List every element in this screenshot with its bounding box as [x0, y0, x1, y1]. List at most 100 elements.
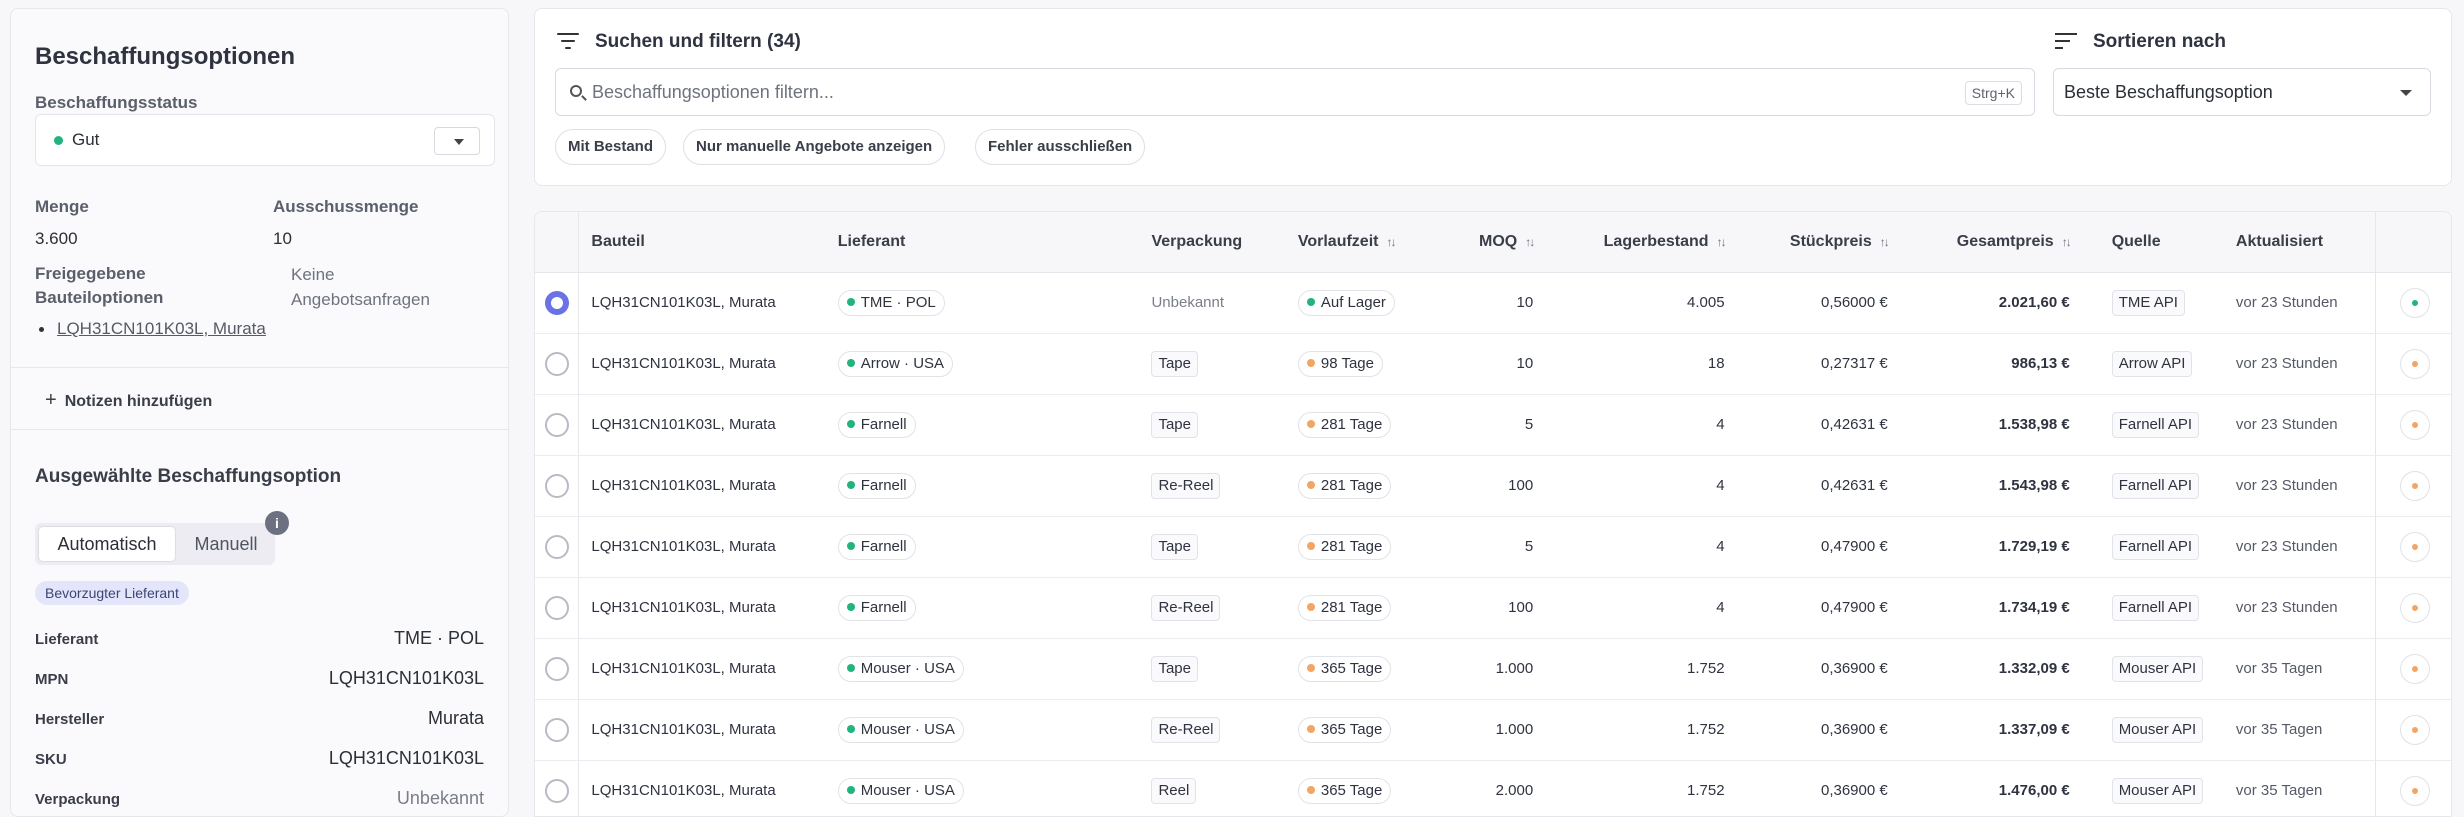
- table-row[interactable]: LQH31CN101K03L, Murata Arrow · USA Tape 98 …: [535, 333, 2451, 395]
- status-indicator-icon[interactable]: [2400, 288, 2429, 317]
- supplier-tag[interactable]: Farnell: [837, 594, 916, 621]
- status-indicator-icon[interactable]: [2400, 349, 2429, 378]
- packaging-cell: Reel: [1139, 760, 1286, 816]
- unit-price-cell: 0,47900 €: [1736, 577, 1900, 639]
- updated-cell: vor 23 Stunden: [2223, 333, 2376, 395]
- packaging-cell: Re-Reel: [1139, 577, 1286, 639]
- status-indicator-icon[interactable]: [2400, 532, 2429, 561]
- chip-manual-quotes[interactable]: Nur manuelle Angebote anzeigen: [683, 129, 946, 165]
- sort-select[interactable]: Beste Beschaffungsoption: [2053, 68, 2431, 116]
- stock-cell: 1.752: [1545, 760, 1737, 816]
- search-input[interactable]: [592, 77, 1892, 107]
- status-indicator-icon[interactable]: [2400, 776, 2429, 805]
- supplier-tag[interactable]: Arrow · USA: [837, 350, 954, 377]
- status-cell: [2375, 638, 2451, 700]
- table-row[interactable]: LQH31CN101K03L, Murata Farnell Tape 281 Tag…: [535, 516, 2451, 578]
- chip-exclude-errors[interactable]: Fehler ausschließen: [975, 129, 1146, 165]
- sort-arrows-icon[interactable]: ↑↓: [1525, 235, 1535, 249]
- source-tag: Mouser API: [2111, 655, 2204, 682]
- table-row[interactable]: LQH31CN101K03L, Murata Farnell Re-Reel 281 …: [535, 455, 2451, 517]
- mode-toggle: Automatisch Manuell: [35, 523, 275, 565]
- status-indicator-icon[interactable]: [2400, 471, 2429, 500]
- add-notes-button[interactable]: + Notizen hinzufügen: [45, 389, 212, 412]
- packaging-value: Tape: [1151, 411, 1198, 438]
- header-source[interactable]: Quelle: [2081, 212, 2224, 273]
- approved-part-link[interactable]: LQH31CN101K03L, Murata: [57, 319, 266, 339]
- part-cell: LQH31CN101K03L, Murata: [578, 394, 826, 456]
- row-radio[interactable]: [544, 778, 569, 803]
- status-indicator-icon[interactable]: [2400, 654, 2429, 683]
- supplier-tag[interactable]: Mouser · USA: [837, 655, 964, 682]
- mode-automatic-button[interactable]: Automatisch: [39, 527, 175, 561]
- header-updated[interactable]: Aktualisiert: [2223, 212, 2376, 273]
- detail-label: SKU: [35, 751, 67, 768]
- part-cell: LQH31CN101K03L, Murata: [578, 455, 826, 517]
- header-unit-price[interactable]: Stückpreis ↑↓: [1736, 212, 1900, 273]
- sourcing-status-select[interactable]: Gut: [35, 114, 495, 166]
- row-select-cell: [535, 272, 580, 334]
- packaging-value: Reel: [1151, 777, 1197, 804]
- sort-arrows-icon[interactable]: ↑↓: [1880, 235, 1890, 249]
- shortcut-hint: Strg+K: [1964, 81, 2022, 105]
- lead-time-cell: 365 Tage: [1285, 760, 1449, 816]
- supplier-tag[interactable]: TME · POL: [837, 289, 945, 316]
- header-lead-time[interactable]: Vorlaufzeit ↑↓: [1285, 212, 1449, 273]
- header-moq[interactable]: MOQ ↑↓: [1449, 212, 1546, 273]
- lead-time-value: 365 Tage: [1320, 720, 1383, 738]
- header-packaging[interactable]: Verpackung: [1139, 212, 1286, 273]
- header-supplier[interactable]: Lieferant: [825, 212, 1140, 273]
- status-indicator-icon[interactable]: [2400, 410, 2429, 439]
- row-radio[interactable]: [544, 656, 569, 681]
- moq-cell: 5: [1449, 394, 1546, 456]
- supplier-tag[interactable]: Farnell: [837, 472, 916, 499]
- row-radio[interactable]: [544, 595, 569, 620]
- row-select-cell: [535, 455, 580, 517]
- lead-time-tag: 365 Tage: [1297, 655, 1392, 682]
- approved-parts-label: Freigegebene Bauteiloptionen: [35, 264, 164, 307]
- mode-manual-button[interactable]: Manuell: [183, 527, 269, 561]
- part-cell: LQH31CN101K03L, Murata: [578, 638, 826, 700]
- sort-arrows-icon[interactable]: ↑↓: [1717, 235, 1727, 249]
- supplier-tag[interactable]: Mouser · USA: [837, 777, 964, 804]
- status-indicator-icon[interactable]: [2400, 715, 2429, 744]
- supplier-tag[interactable]: Mouser · USA: [837, 716, 964, 743]
- header-stock[interactable]: Lagerbestand ↑↓: [1545, 212, 1737, 273]
- table-row[interactable]: LQH31CN101K03L, Murata Mouser · USA Reel 36…: [535, 760, 2451, 816]
- supplier-name: Farnell: [860, 415, 907, 433]
- info-icon[interactable]: i: [265, 511, 289, 535]
- supplier-cell: Farnell: [825, 516, 1140, 578]
- status-cell: [2375, 760, 2451, 816]
- part-cell: LQH31CN101K03L, Murata: [578, 760, 826, 816]
- header-part[interactable]: Bauteil: [578, 212, 826, 273]
- table-row[interactable]: LQH31CN101K03L, Murata Mouser · USA Tape 36…: [535, 638, 2451, 700]
- updated-cell: vor 23 Stunden: [2223, 516, 2376, 578]
- row-radio[interactable]: [544, 717, 569, 742]
- header-total-price[interactable]: Gesamtpreis ↑↓: [1899, 212, 2082, 273]
- row-radio[interactable]: [544, 290, 569, 315]
- table-row[interactable]: LQH31CN101K03L, Murata Farnell Tape 281 Tag…: [535, 394, 2451, 456]
- supplier-name: TME · POL: [860, 293, 936, 311]
- quantity-label: Menge: [35, 197, 89, 216]
- lead-time-cell: 281 Tage: [1285, 577, 1449, 639]
- status-indicator-icon[interactable]: [2400, 593, 2429, 622]
- table-row[interactable]: LQH31CN101K03L, Murata Mouser · USA Re-Ree…: [535, 699, 2451, 761]
- chip-in-stock[interactable]: Mit Bestand: [555, 129, 667, 165]
- detail-label: Lieferant: [35, 631, 99, 648]
- chevron-down-icon[interactable]: [434, 127, 480, 155]
- sort-arrows-icon[interactable]: ↑↓: [1386, 235, 1396, 249]
- row-radio[interactable]: [544, 351, 569, 376]
- row-radio[interactable]: [544, 473, 569, 498]
- row-select-cell: [535, 333, 580, 395]
- table-row[interactable]: LQH31CN101K03L, Murata TME · POL Unbekannt…: [535, 272, 2451, 334]
- supplier-tag[interactable]: Farnell: [837, 411, 916, 438]
- table-row[interactable]: LQH31CN101K03L, Murata Farnell Re-Reel 281 …: [535, 577, 2451, 639]
- supplier-tag[interactable]: Farnell: [837, 533, 916, 560]
- row-radio[interactable]: [544, 412, 569, 437]
- row-radio[interactable]: [544, 534, 569, 559]
- lead-time-value: 98 Tage: [1320, 354, 1374, 372]
- moq-cell: 1.000: [1449, 699, 1546, 761]
- packaging-value: Tape: [1151, 350, 1198, 377]
- source-tag: Mouser API: [2111, 777, 2204, 804]
- sort-icon: [2055, 33, 2077, 49]
- sort-arrows-icon[interactable]: ↑↓: [2062, 235, 2072, 249]
